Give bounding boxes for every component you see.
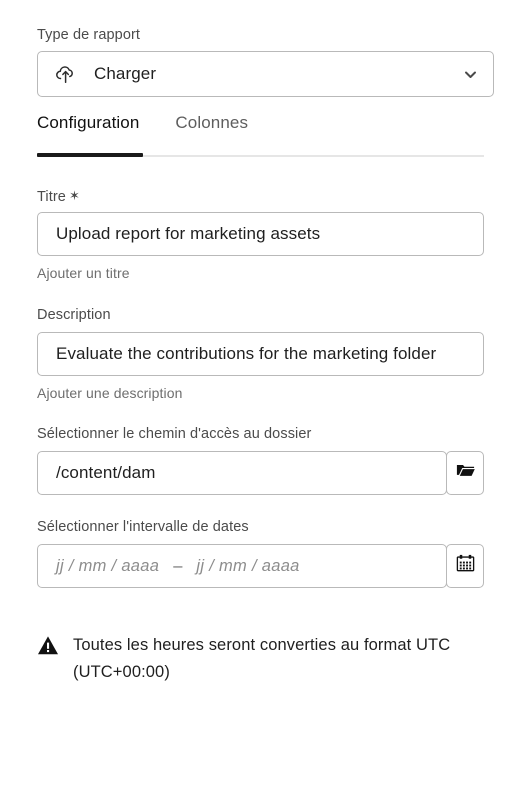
chevron-down-icon bbox=[461, 65, 479, 83]
tab-configuration[interactable]: Configuration bbox=[37, 113, 139, 133]
folder-path-label: Sélectionner le chemin d'accès au dossie… bbox=[37, 426, 312, 442]
cloud-upload-icon bbox=[54, 62, 78, 86]
title-helper-text: Ajouter un titre bbox=[37, 265, 130, 281]
folder-path-value: /content/dam bbox=[56, 463, 156, 482]
folder-path-input[interactable]: /content/dam bbox=[37, 451, 447, 495]
title-label: Titre ✶ bbox=[37, 187, 80, 206]
date-range-separator: – bbox=[173, 556, 183, 575]
utc-warning-text: Toutes les heures seront converties au f… bbox=[73, 636, 451, 681]
tab-colonnes[interactable]: Colonnes bbox=[175, 113, 248, 133]
tab-bar: Configuration Colonnes bbox=[37, 113, 484, 159]
required-asterisk: ✶ bbox=[68, 188, 80, 203]
utc-warning: Toutes les heures seront converties au f… bbox=[37, 632, 487, 686]
title-input-value: Upload report for marketing assets bbox=[56, 224, 321, 243]
report-configuration-panel: Type de rapport Charger Configuration Co… bbox=[0, 0, 525, 800]
report-type-label: Type de rapport bbox=[37, 27, 141, 43]
report-type-value: Charger bbox=[94, 64, 157, 83]
description-input-value: Evaluate the contributions for the marke… bbox=[56, 344, 437, 363]
title-input[interactable]: Upload report for marketing assets bbox=[37, 212, 484, 256]
description-input[interactable]: Evaluate the contributions for the marke… bbox=[37, 332, 484, 376]
description-helper-text: Ajouter une description bbox=[37, 385, 183, 401]
description-label: Description bbox=[37, 307, 111, 323]
date-range-input[interactable]: jj / mm / aaaa – jj / mm / aaaa bbox=[37, 544, 447, 588]
title-label-text: Titre bbox=[37, 189, 66, 205]
date-range-label: Sélectionner l'intervalle de dates bbox=[37, 519, 249, 535]
date-range-start-placeholder: jj / mm / aaaa bbox=[56, 556, 160, 575]
tab-active-indicator bbox=[37, 153, 143, 157]
folder-icon bbox=[455, 460, 476, 486]
folder-picker-button[interactable] bbox=[446, 451, 484, 495]
calendar-icon bbox=[455, 553, 476, 579]
report-type-select[interactable]: Charger bbox=[37, 51, 494, 97]
date-range-end-placeholder: jj / mm / aaaa bbox=[196, 556, 300, 575]
calendar-picker-button[interactable] bbox=[446, 544, 484, 588]
warning-triangle-icon bbox=[37, 635, 59, 657]
